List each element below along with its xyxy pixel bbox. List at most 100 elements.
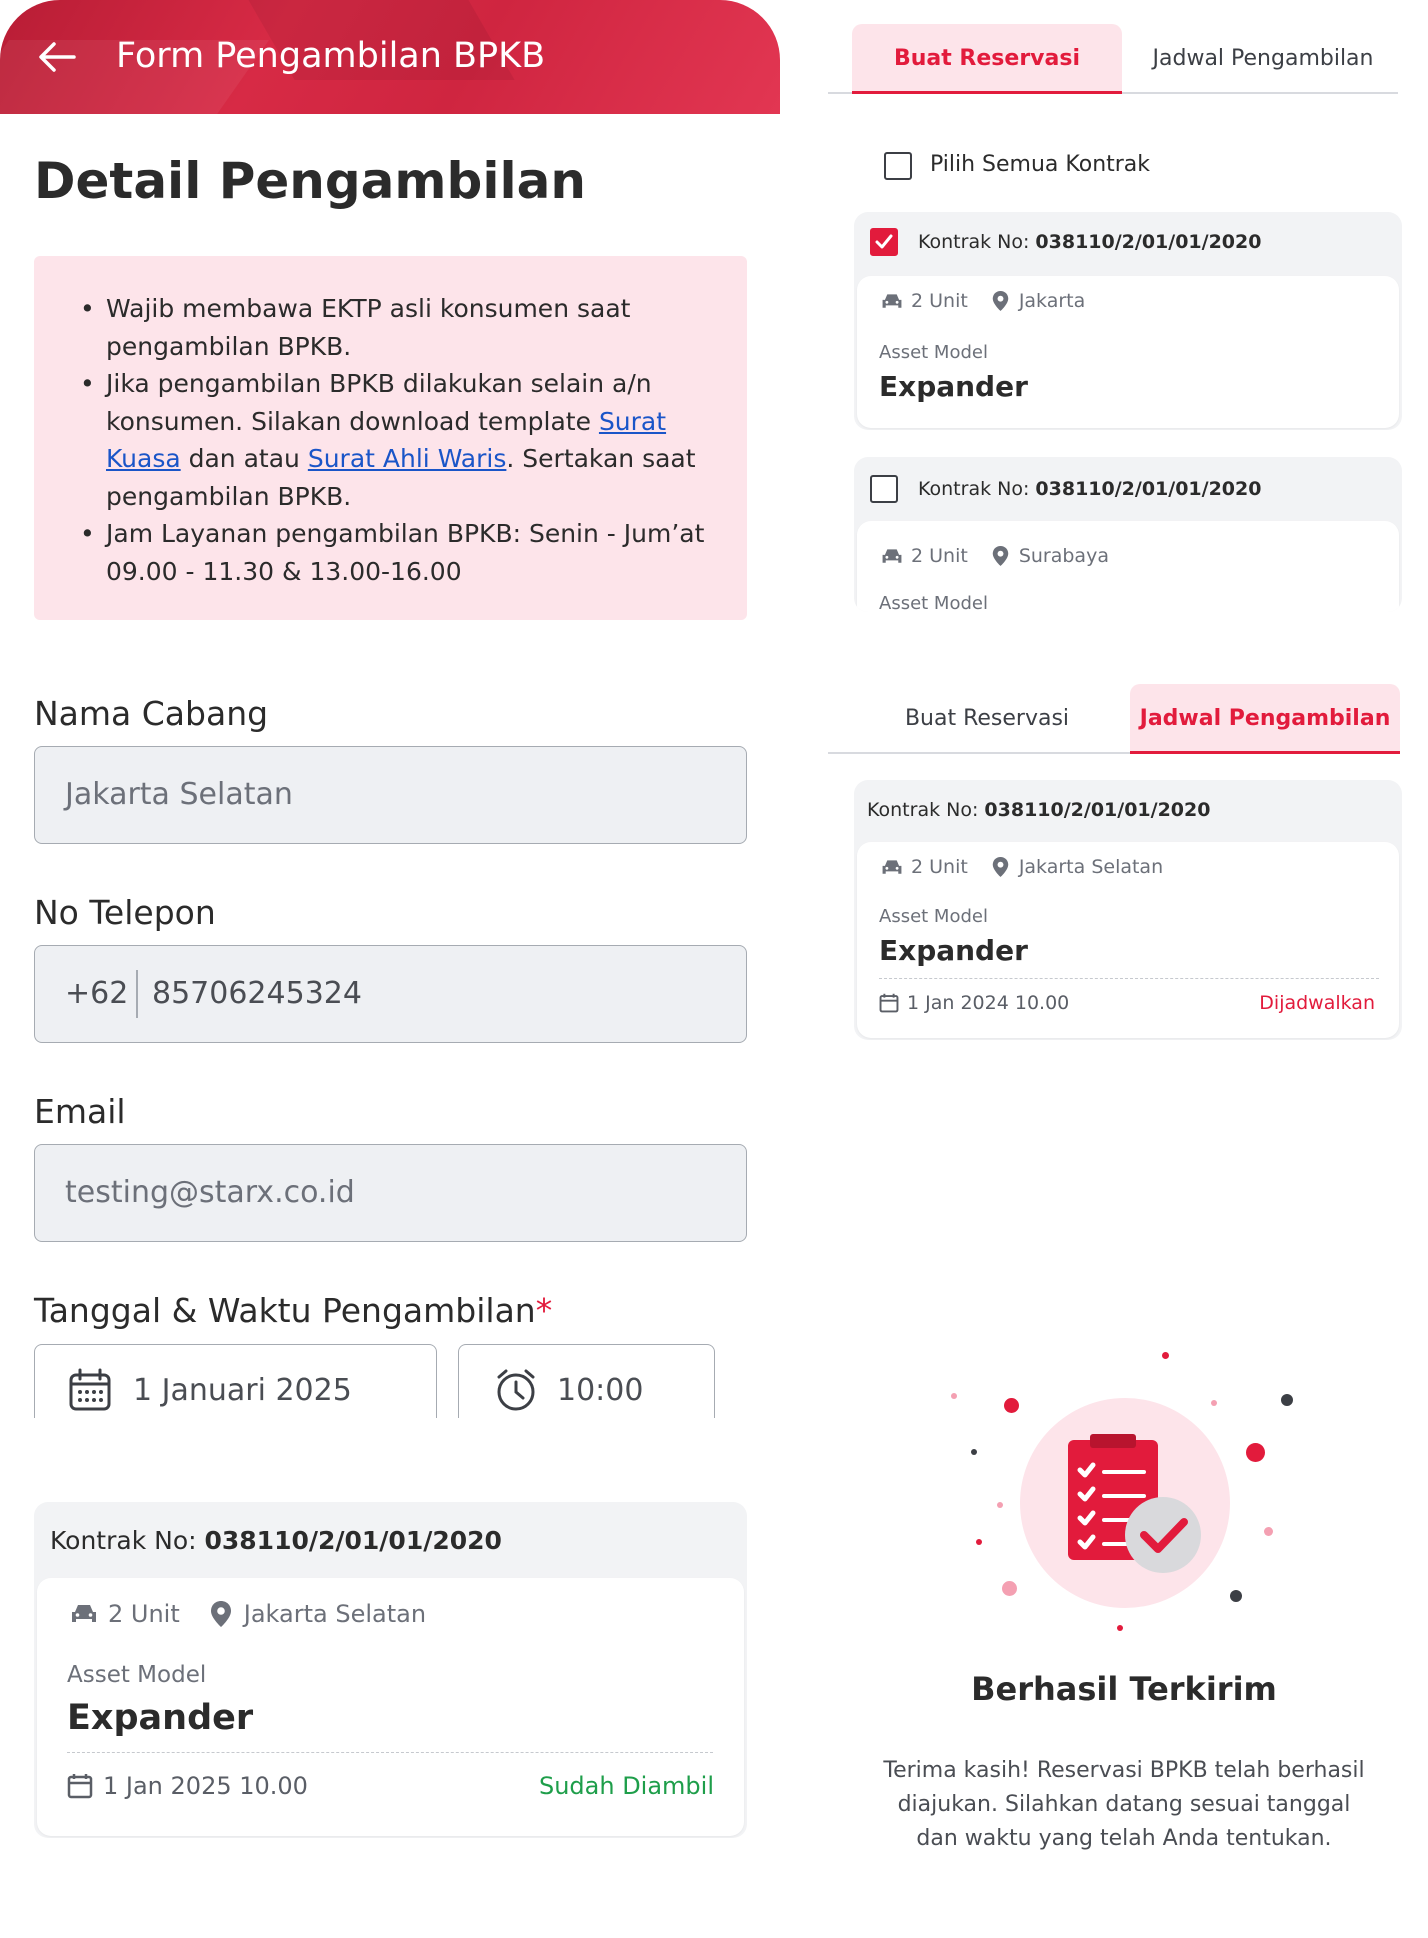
location-text: Surabaya: [1018, 545, 1109, 567]
status-badge: Dijadwalkan: [1259, 992, 1375, 1014]
info-item: Wajib membawa EKTP asli konsumen saat pe…: [80, 290, 707, 365]
tab-jadwal-pengambilan[interactable]: Jadwal Pengambilan: [1130, 684, 1400, 754]
pickup-date: 1 Jan 2025 10.00: [67, 1772, 308, 1800]
time-picker[interactable]: 10:00: [458, 1344, 715, 1418]
phone-field[interactable]: +62 85706245324: [34, 945, 747, 1043]
tab-buat-reservasi[interactable]: Buat Reservasi: [852, 684, 1122, 754]
back-arrow-icon[interactable]: [34, 34, 80, 80]
select-all-checkbox[interactable]: [884, 152, 912, 180]
divider: [67, 1752, 713, 1753]
contract-meta: 2 Unit Jakarta: [881, 290, 1085, 312]
location-pin-icon: [992, 290, 1009, 312]
info-notice: Wajib membawa EKTP asli konsumen saat pe…: [34, 256, 747, 620]
location-text: Jakarta: [1018, 290, 1086, 312]
info-item: Jam Layanan pengambilan BPKB: Senin - Ju…: [80, 515, 707, 590]
contract-meta: 2 Unit Jakarta Selatan: [881, 856, 1163, 878]
contract-body: 2 Unit Jakarta Asset Model Expander: [857, 276, 1399, 428]
status-badge: Sudah Diambil: [538, 1772, 714, 1800]
page-title: Detail Pengambilan: [34, 152, 586, 210]
car-icon: [72, 1605, 96, 1622]
clock-icon: [497, 1369, 535, 1411]
contract-label: Kontrak No:: [50, 1526, 205, 1555]
email-label: Email: [34, 1092, 126, 1131]
contract-number: 038110/2/01/01/2020: [984, 799, 1211, 821]
contract-meta: 2 Unit Surabaya: [881, 545, 1109, 567]
pickup-date: 1 Jan 2024 10.00: [879, 992, 1069, 1014]
reservation-card[interactable]: Kontrak No: 038110/2/01/01/2020 2 Unit S…: [854, 457, 1402, 612]
location-text: Jakarta Selatan: [243, 1600, 427, 1628]
contract-body: 2 Unit Surabaya Asset Model: [857, 521, 1399, 612]
contract-number: 038110/2/01/01/2020: [204, 1526, 502, 1555]
asset-model-label: Asset Model: [879, 906, 988, 927]
location-pin-icon: [992, 545, 1009, 567]
branch-label: Nama Cabang: [34, 694, 269, 733]
pickup-date-text: 1 Jan 2024 10.00: [907, 992, 1070, 1014]
info-text: Jam Layanan pengambilan BPKB: Senin - Ju…: [106, 519, 705, 586]
phone-prefix: +62: [65, 976, 129, 1011]
contract-header: Kontrak No: 038110/2/01/01/2020: [918, 231, 1402, 253]
info-text: dan atau: [180, 444, 308, 473]
asset-model-name: Expander: [67, 1698, 254, 1738]
contract-label: Kontrak No:: [918, 478, 1036, 500]
tab-jadwal-pengambilan[interactable]: Jadwal Pengambilan: [1128, 24, 1398, 94]
success-title: Berhasil Terkirim: [971, 1670, 1277, 1708]
car-icon: [882, 859, 902, 874]
location-pin-icon: [992, 856, 1009, 878]
email-field[interactable]: testing@starx.co.id: [34, 1144, 747, 1242]
phone-number: 85706245324: [152, 976, 362, 1011]
contract-header: Kontrak No: 038110/2/01/01/2020: [867, 799, 1402, 821]
tab-buat-reservasi[interactable]: Buat Reservasi: [852, 24, 1122, 94]
location-text: Jakarta Selatan: [1018, 856, 1164, 878]
asset-model-label: Asset Model: [879, 593, 988, 612]
calendar-icon: [69, 1368, 111, 1411]
unit-count: 2 Unit: [911, 545, 968, 567]
car-icon: [882, 293, 902, 308]
success-message: Terima kasih! Reservasi BPKB telah berha…: [883, 1758, 1365, 1851]
info-text: Wajib membawa EKTP asli konsumen saat pe…: [106, 294, 631, 361]
pickup-date-text: 1 Jan 2025 10.00: [103, 1772, 308, 1800]
contract-number: 038110/2/01/01/2020: [1035, 231, 1262, 253]
reservation-card[interactable]: Kontrak No: 038110/2/01/01/2020 2 Unit J…: [854, 212, 1402, 430]
asset-model-name: Expander: [879, 370, 1028, 403]
tab-bar-top: Buat Reservasi Jadwal Pengambilan: [828, 24, 1428, 94]
branch-field[interactable]: Jakarta Selatan: [34, 746, 747, 844]
contract-label: Kontrak No:: [918, 231, 1036, 253]
checklist-illustration: [1068, 1434, 1201, 1573]
info-item: Jika pengambilan BPKB dilakukan selain a…: [80, 365, 707, 515]
select-all-label: Pilih Semua Kontrak: [930, 152, 1151, 177]
contract-checkbox[interactable]: [870, 475, 898, 503]
schedule-card[interactable]: Kontrak No: 038110/2/01/01/2020 2 Unit J…: [854, 780, 1402, 1040]
asset-model-label: Asset Model: [67, 1662, 207, 1688]
contract-checkbox[interactable]: [870, 228, 898, 256]
header-title: Form Pengambilan BPKB: [116, 36, 546, 76]
date-picker[interactable]: 1 Januari 2025: [34, 1344, 437, 1418]
phone-divider: [136, 970, 138, 1018]
contract-header: Kontrak No: 038110/2/01/01/2020: [918, 478, 1402, 500]
date-value: 1 Januari 2025: [133, 1373, 352, 1408]
contract-body: 2 Unit Jakarta Selatan Asset Model Expan…: [857, 842, 1399, 1038]
car-icon: [882, 548, 902, 563]
surat-ahli-waris-link[interactable]: Surat Ahli Waris: [308, 444, 507, 473]
datetime-label-text: Tanggal & Waktu Pengambilan: [34, 1291, 536, 1330]
time-value: 10:00: [557, 1373, 644, 1408]
contract-meta: 2 Unit Jakarta Selatan: [70, 1600, 426, 1628]
datetime-label: Tanggal & Waktu Pengambilan*: [34, 1291, 552, 1330]
calendar-icon: [879, 993, 899, 1013]
divider: [879, 978, 1379, 979]
location-pin-icon: [210, 1601, 231, 1627]
unit-count: 2 Unit: [911, 856, 968, 878]
contract-number: 038110/2/01/01/2020: [1035, 478, 1262, 500]
contract-card[interactable]: Kontrak No: 038110/2/01/01/2020 2 Unit J…: [34, 1502, 747, 1838]
calendar-icon: [67, 1774, 93, 1799]
required-mark: *: [535, 1291, 553, 1330]
contract-body: 2 Unit Jakarta Selatan Asset Model Expan…: [37, 1578, 744, 1836]
unit-count: 2 Unit: [911, 290, 968, 312]
tab-bar-bottom: Buat Reservasi Jadwal Pengambilan: [828, 684, 1428, 754]
phone-label: No Telepon: [34, 893, 216, 932]
asset-model-label: Asset Model: [879, 342, 988, 363]
asset-model-name: Expander: [879, 934, 1028, 967]
app-header: Form Pengambilan BPKB: [0, 0, 780, 114]
contract-label: Kontrak No:: [867, 799, 985, 821]
contract-header: Kontrak No: 038110/2/01/01/2020: [50, 1526, 747, 1555]
info-text: Jika pengambilan BPKB dilakukan selain a…: [106, 369, 652, 436]
